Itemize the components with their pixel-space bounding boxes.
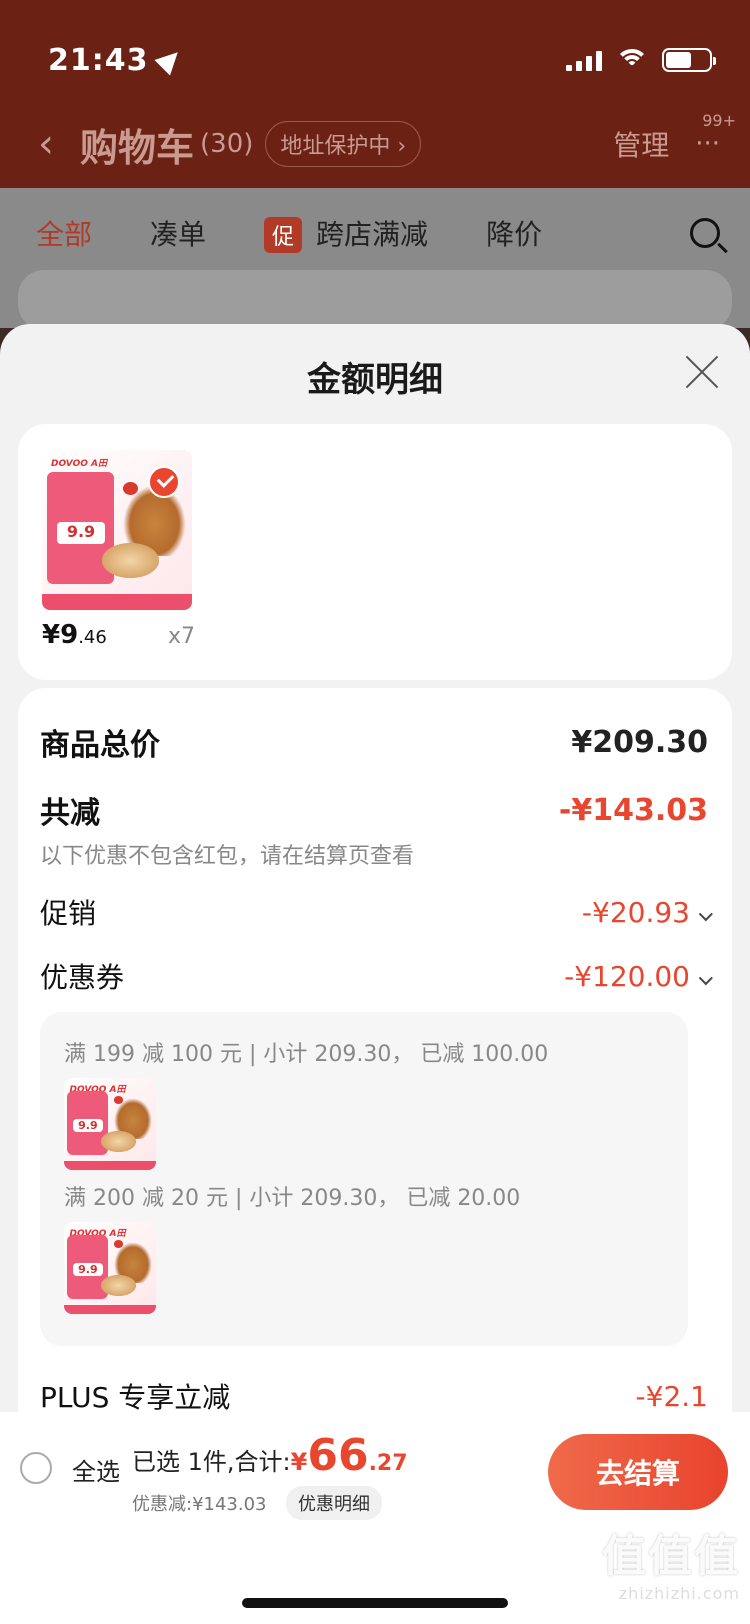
more-dots: ··· xyxy=(695,129,720,159)
select-all-radio[interactable] xyxy=(20,1452,52,1484)
chevron-down-icon xyxy=(698,906,713,921)
reduce-value: -¥143.03 xyxy=(558,792,708,828)
item-card: DOVOO A田 9.9 ¥9.46 x7 xyxy=(18,424,732,680)
page-title: 购物车 xyxy=(80,125,195,170)
watermark-logo: 值值值 xyxy=(602,1531,740,1582)
more-badge: 99+ xyxy=(702,111,736,130)
coupon-desc-2: 满 200 减 20 元 | 小计 209.30， 已减 20.00 xyxy=(64,1186,521,1211)
address-protection-pill[interactable]: 地址保护中 › xyxy=(265,121,422,167)
cart-tabs: 全部 凑单 促跨店满减 降价 xyxy=(36,208,720,258)
coupon-desc-1: 满 199 减 100 元 | 小计 209.30， 已减 100.00 xyxy=(64,1042,549,1067)
promo-label: 促销 xyxy=(40,897,97,930)
reduce-label: 共减 xyxy=(40,796,100,831)
reduce-row: 共减 -¥143.03 xyxy=(40,788,708,832)
coupon-product-thumbnail[interactable]: DOVOO A田 9.9 xyxy=(64,1222,156,1314)
promo-value: -¥20.93 xyxy=(582,896,713,929)
coupon-detail-box: 满 199 减 100 元 | 小计 209.30， 已减 100.00 DOV… xyxy=(40,1012,688,1346)
item-price: ¥9.46 xyxy=(42,620,107,650)
tab-price-drop[interactable]: 降价 xyxy=(486,213,542,253)
cellular-signal-icon xyxy=(566,49,602,71)
cart-navbar: ‹ 购物车 (30) 地址保护中 › 管理 ··· 99+ xyxy=(38,111,736,176)
item-quantity: x7 xyxy=(168,624,196,649)
product-brand: DOVOO A田 xyxy=(51,459,108,470)
background-store-card xyxy=(18,270,732,330)
back-icon[interactable]: ‹ xyxy=(38,121,54,167)
tab-bundle[interactable]: 凑单 xyxy=(150,213,206,253)
plus-label: PLUS 专享立减 xyxy=(40,1381,231,1414)
status-bar: 21:43 xyxy=(48,38,716,82)
coupon-label: 优惠券 xyxy=(40,961,125,994)
plus-row: PLUS 专享立减 -¥2.1 xyxy=(40,1376,708,1416)
checkout-button[interactable]: 去结算 xyxy=(548,1434,728,1510)
promo-badge: 促 xyxy=(264,217,303,253)
watermark-url: zhizhizhi.com xyxy=(618,1584,740,1603)
site-watermark: 值值值 zhizhizhi.com xyxy=(602,1520,740,1603)
total-decimal: .27 xyxy=(368,1451,408,1476)
search-icon[interactable] xyxy=(690,218,720,248)
currency-symbol: ¥ xyxy=(290,1448,308,1476)
total-integer: 66 xyxy=(307,1430,369,1481)
coupon-value: -¥120.00 xyxy=(564,960,713,993)
order-summary: 已选 1件,合计: ¥ 66 .27 xyxy=(132,1430,408,1481)
manage-button[interactable]: 管理 xyxy=(613,124,669,164)
tab-all[interactable]: 全部 xyxy=(36,213,92,253)
location-arrow-icon xyxy=(153,44,186,76)
discount-text: 优惠减:¥143.03 xyxy=(132,1494,267,1515)
close-icon[interactable] xyxy=(684,354,720,390)
tab-cross-store[interactable]: 促跨店满减 xyxy=(264,213,428,253)
select-all-label[interactable]: 全选 xyxy=(72,1452,120,1487)
status-time: 21:43 xyxy=(48,42,149,78)
chevron-down-icon xyxy=(698,970,713,985)
summary-label: 已选 1件,合计: xyxy=(132,1448,291,1476)
total-value: ¥209.30 xyxy=(571,724,708,760)
more-icon[interactable]: ··· 99+ xyxy=(695,111,736,159)
sheet-title: 金额明细 xyxy=(307,360,443,400)
total-row: 商品总价 ¥209.30 xyxy=(40,720,708,764)
total-label: 商品总价 xyxy=(40,728,160,763)
redpacket-note: 以下优惠不包含红包，请在结算页查看 xyxy=(40,844,415,869)
plus-value: -¥2.1 xyxy=(635,1379,708,1413)
cart-count: (30) xyxy=(200,129,254,159)
tab-cross-store-label: 跨店满减 xyxy=(316,218,429,251)
home-indicator[interactable] xyxy=(242,1598,508,1608)
product-badge-price: 9.9 xyxy=(57,522,105,545)
discount-detail-button[interactable]: 优惠明细 xyxy=(286,1486,382,1520)
wifi-icon xyxy=(616,49,648,71)
coupon-product-thumbnail[interactable]: DOVOO A田 9.9 xyxy=(64,1078,156,1170)
selected-check-icon[interactable] xyxy=(148,466,180,498)
promo-row[interactable]: 促销 -¥20.93 xyxy=(40,892,713,932)
coupon-row[interactable]: 优惠券 -¥120.00 xyxy=(40,956,713,996)
battery-icon xyxy=(662,48,716,72)
soup-image xyxy=(102,542,159,578)
